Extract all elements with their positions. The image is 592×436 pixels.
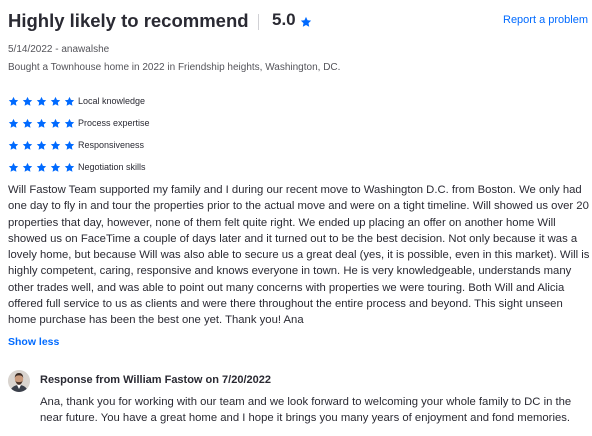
star-icon (8, 140, 19, 150)
response-title: Response from William Fastow on 7/20/202… (40, 374, 271, 386)
star-icon (64, 96, 75, 106)
review-header: Highly likely to recommend 5.0 Report a … (8, 10, 588, 34)
star-rating (8, 162, 78, 173)
star-icon (36, 140, 47, 150)
rating-row-process-expertise: Process expertise (8, 112, 150, 134)
overall-score: 5.0 (272, 10, 296, 29)
star-icon (22, 162, 33, 172)
star-icon (300, 16, 311, 27)
star-icon (8, 118, 19, 128)
star-icon (22, 96, 33, 106)
star-icon (50, 118, 61, 128)
report-problem-link[interactable]: Report a problem (503, 14, 588, 26)
star-rating (8, 118, 78, 129)
star-icon (22, 118, 33, 128)
star-icon (64, 162, 75, 172)
rating-label: Responsiveness (78, 140, 145, 150)
star-icon (36, 96, 47, 106)
star-icon (36, 162, 47, 172)
rating-label: Process expertise (78, 118, 150, 128)
star-icon (64, 118, 75, 128)
star-icon (50, 96, 61, 106)
star-icon (8, 96, 19, 106)
star-rating (8, 96, 78, 107)
rating-row-responsiveness: Responsiveness (8, 134, 150, 156)
star-icon (50, 162, 61, 172)
rating-label: Negotiation skills (78, 162, 146, 172)
review-headline: Highly likely to recommend (8, 10, 249, 31)
star-icon (22, 140, 33, 150)
show-less-button[interactable]: Show less (8, 336, 59, 348)
response-text: Ana, thank you for working with our team… (40, 396, 572, 425)
transaction-details: Bought a Townhouse home in 2022 in Frien… (8, 62, 341, 73)
star-icon (8, 162, 19, 172)
agent-photo (8, 370, 30, 392)
sub-ratings: Local knowledge Process expertise Respon… (8, 90, 150, 178)
star-rating (8, 140, 78, 151)
overall-rating: 5.0 (272, 10, 312, 30)
review-text: Will Fastow Team supported my family and… (8, 184, 590, 327)
review-date-author: 5/14/2022 - anawalshe (8, 44, 110, 55)
rating-label: Local knowledge (78, 96, 146, 106)
star-icon (36, 118, 47, 128)
avatar (8, 370, 30, 392)
star-icon (50, 140, 61, 150)
star-icon (64, 140, 75, 150)
rating-row-local-knowledge: Local knowledge (8, 90, 150, 112)
header-divider (258, 14, 259, 30)
rating-row-negotiation-skills: Negotiation skills (8, 156, 150, 178)
